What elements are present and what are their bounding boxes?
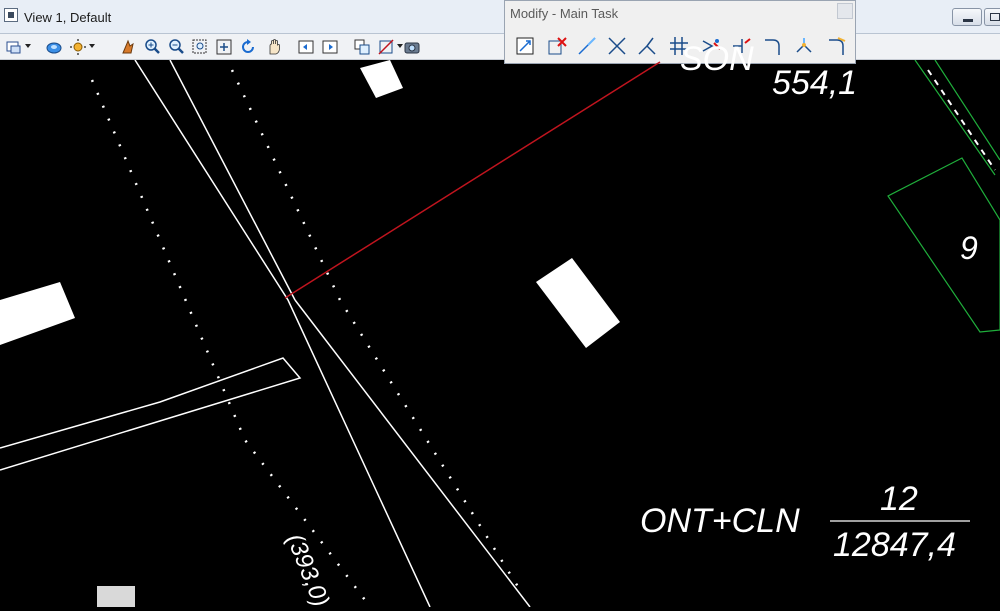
building-shape	[536, 258, 620, 348]
label-fraction-top: 12	[880, 480, 918, 518]
dialog-title: Modify - Main Task	[510, 6, 619, 21]
view-next-icon[interactable]	[320, 37, 340, 57]
modify-element-icon[interactable]	[513, 34, 537, 58]
view-toolbar-extension	[856, 34, 1000, 60]
shading-icon[interactable]	[68, 37, 95, 57]
building-shape	[0, 282, 75, 345]
copy-view-icon[interactable]	[352, 37, 372, 57]
road-edge-line	[294, 299, 531, 607]
label-son: SON	[680, 40, 754, 78]
clip-volume-icon[interactable]	[376, 37, 403, 57]
update-view-icon[interactable]	[118, 37, 138, 57]
label-code: ONT+CLN	[640, 502, 800, 540]
dialog-close-button[interactable]	[837, 3, 853, 19]
dashed-line	[927, 69, 996, 171]
rotate-view-icon[interactable]	[238, 37, 258, 57]
partial-delete-icon[interactable]	[825, 34, 849, 58]
view-toolbar	[0, 34, 505, 60]
chamfer-icon[interactable]	[793, 34, 817, 58]
dotted-boundary-line	[230, 69, 522, 591]
window-icon[interactable]	[4, 8, 18, 22]
minimize-button[interactable]	[952, 8, 982, 26]
building-shape	[97, 586, 135, 607]
red-measure-line	[284, 61, 661, 299]
delete-part-icon[interactable]	[545, 34, 569, 58]
extend-line-icon[interactable]	[575, 34, 599, 58]
label-area-top: 554,1	[772, 64, 858, 102]
pan-view-icon[interactable]	[264, 37, 284, 57]
green-parcel	[887, 157, 1000, 333]
road-edge-line	[134, 60, 431, 607]
label-fraction-bottom: 12847,4	[833, 526, 956, 564]
fillet-icon[interactable]	[761, 34, 785, 58]
drawing-canvas[interactable]	[0, 60, 1000, 607]
label-parcel-number: 9	[960, 230, 978, 266]
view-previous-icon[interactable]	[296, 37, 316, 57]
zoom-out-icon[interactable]	[166, 37, 186, 57]
display-style-icon[interactable]	[44, 37, 64, 57]
maximize-button[interactable]	[984, 8, 1000, 26]
camera-icon[interactable]	[402, 37, 422, 57]
building-shape	[360, 60, 403, 98]
fit-view-icon[interactable]	[214, 37, 234, 57]
green-parcel-line	[914, 60, 1000, 176]
trim-to-intersection-icon[interactable]	[635, 34, 659, 58]
trim-icon[interactable]	[605, 34, 629, 58]
road-edge-line	[169, 60, 296, 301]
dotted-boundary-line	[90, 79, 366, 601]
view-attributes-icon[interactable]	[4, 37, 31, 57]
window-title: View 1, Default	[24, 10, 112, 25]
window-area-icon[interactable]	[190, 37, 210, 57]
cad-drawing	[0, 60, 1000, 607]
zoom-in-icon[interactable]	[142, 37, 162, 57]
